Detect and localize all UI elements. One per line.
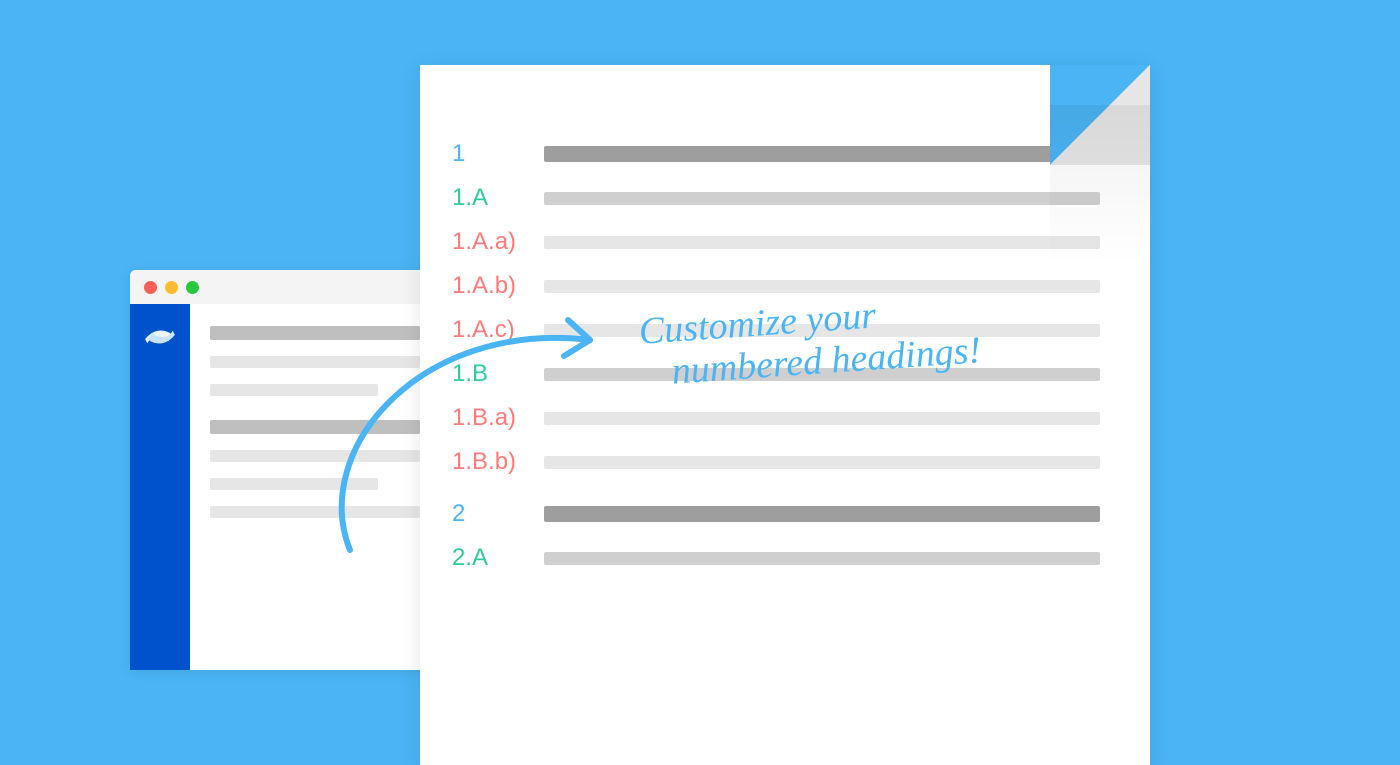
mini-text-line [210, 506, 420, 518]
heading-row: 1 [452, 140, 1100, 168]
heading-number: 2 [452, 500, 532, 528]
heading-row: 1.A [452, 184, 1100, 212]
heading-number: 2.A [452, 544, 532, 572]
heading-row: 2 [452, 500, 1100, 528]
heading-bar [544, 324, 1100, 337]
mini-heading-line [210, 326, 420, 340]
heading-number: 1.B.a) [452, 404, 532, 432]
heading-number: 1.A.a) [452, 228, 532, 256]
window-minimize-icon [165, 281, 178, 294]
app-sidebar [130, 304, 190, 670]
heading-row: 1.A.c) [452, 316, 1100, 344]
heading-row: 1.B.b) [452, 448, 1100, 476]
browser-titlebar [130, 270, 440, 304]
mini-text-line [210, 384, 378, 396]
heading-row: 1.A.a) [452, 228, 1100, 256]
heading-row: 1.B [452, 360, 1100, 388]
mini-heading-line [210, 420, 420, 434]
mini-text-line [210, 450, 420, 462]
heading-bar [544, 280, 1100, 293]
document-page: 1 1.A 1.A.a) 1.A.b) 1.A.c) 1.B 1.B.a) 1 [420, 65, 1150, 765]
heading-number: 1.B [452, 360, 532, 388]
heading-number: 1 [452, 140, 532, 168]
heading-bar [544, 368, 1100, 381]
heading-bar [544, 552, 1100, 565]
browser-content [190, 304, 440, 670]
heading-bar [544, 506, 1100, 522]
heading-number: 1.B.b) [452, 448, 532, 476]
mini-text-line [210, 356, 420, 368]
heading-bar [544, 192, 1100, 205]
heading-number: 1.A [452, 184, 532, 212]
heading-number: 1.A.b) [452, 272, 532, 300]
heading-number: 1.A.c) [452, 316, 532, 344]
mini-text-line [210, 478, 378, 490]
browser-window [130, 270, 440, 670]
heading-bar [544, 456, 1100, 469]
heading-bar [544, 146, 1100, 162]
confluence-icon [143, 320, 177, 670]
heading-row: 1.B.a) [452, 404, 1100, 432]
heading-bar [544, 236, 1100, 249]
heading-row: 1.A.b) [452, 272, 1100, 300]
page-fold-icon [1050, 65, 1150, 165]
heading-bar [544, 412, 1100, 425]
window-maximize-icon [186, 281, 199, 294]
heading-row: 2.A [452, 544, 1100, 572]
window-close-icon [144, 281, 157, 294]
